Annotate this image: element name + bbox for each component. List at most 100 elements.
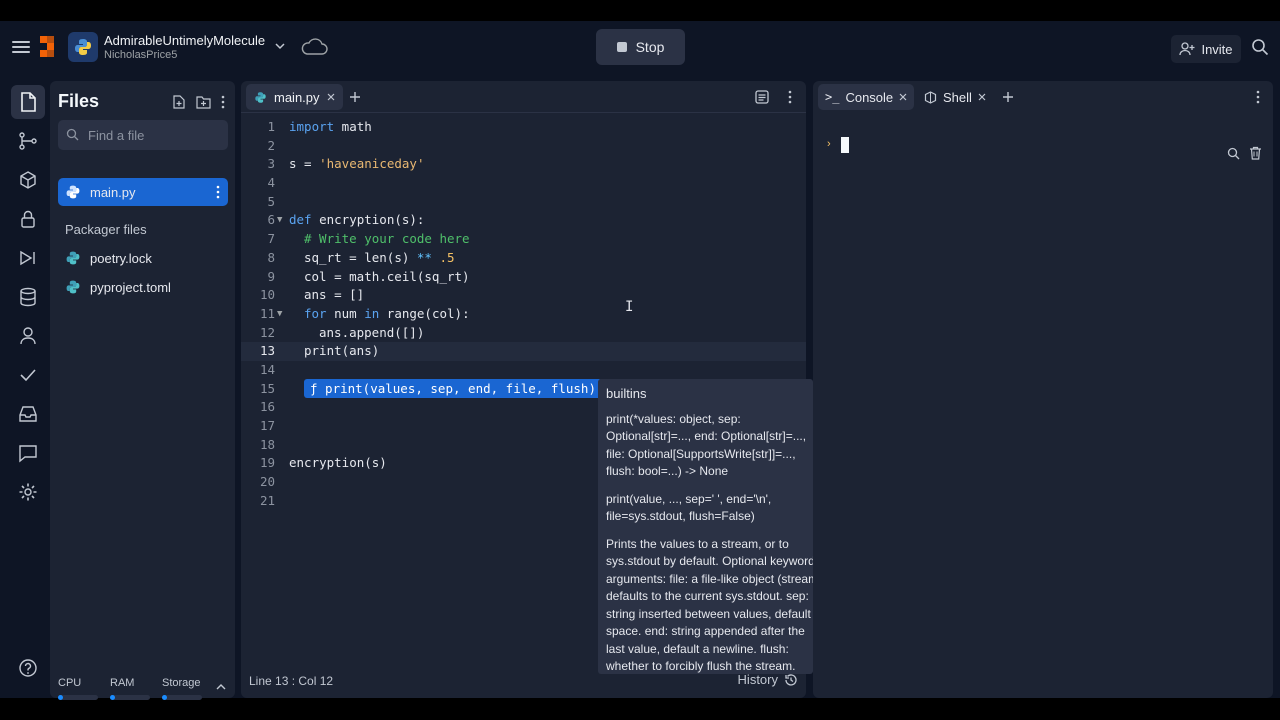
tooltip-description: Prints the values to a stream, or to sys…	[606, 536, 813, 674]
console-prompt: ›	[827, 138, 831, 150]
new-folder-icon[interactable]	[196, 95, 211, 109]
code-line: 7 # Write your code here	[241, 230, 806, 249]
resource-usage[interactable]: CPU RAM Storage	[50, 677, 235, 707]
line-number: 1	[267, 119, 275, 134]
python-file-icon	[66, 251, 80, 265]
close-icon[interactable]	[899, 93, 907, 101]
tooltip-signature-typed: print(*values: object, sep: Optional[str…	[606, 411, 807, 479]
line-number: 17	[259, 418, 275, 433]
chevron-down-icon[interactable]	[274, 40, 286, 55]
close-icon[interactable]	[978, 93, 986, 101]
code-token: .5	[431, 249, 455, 265]
line-number: 7	[267, 231, 275, 247]
file-item-poetry-lock[interactable]: poetry.lock	[58, 244, 228, 272]
checkmark-icon[interactable]	[11, 358, 45, 392]
repl-owner[interactable]: NicholasPrice5	[104, 49, 177, 61]
files-panel: Files main.py Packager files poetry.lock…	[50, 81, 235, 700]
more-options-icon[interactable]	[221, 95, 225, 109]
code-token: import	[289, 119, 335, 134]
settings-gear-icon[interactable]	[11, 475, 45, 509]
code-line: 9 col = math.ceil(sq_rt)	[241, 268, 806, 287]
stop-button[interactable]: Stop	[596, 29, 685, 65]
invite-button[interactable]: Invite	[1171, 35, 1241, 63]
console-pane: >_ Console Shell ›	[813, 81, 1273, 698]
add-tab-icon[interactable]	[1002, 91, 1014, 103]
history-button[interactable]: History	[738, 672, 798, 687]
line-number: 19	[259, 455, 275, 471]
more-options-icon[interactable]	[788, 90, 792, 104]
code-token: def	[289, 212, 312, 228]
ram-meter	[110, 695, 150, 700]
code-token: for	[304, 305, 327, 321]
python-file-icon	[66, 185, 80, 199]
code-line: 3 s = 'haveaniceday'	[241, 155, 806, 174]
code-comment: # Write your code here	[304, 231, 470, 247]
add-user-icon	[1179, 42, 1195, 56]
cursor-position: Line 13 : Col 12	[249, 674, 334, 688]
hamburger-menu-icon[interactable]	[12, 38, 30, 56]
editor-tab-bar: main.py	[241, 81, 806, 113]
format-layout-icon[interactable]	[755, 90, 769, 104]
code-line-current: 13 print(ans)	[241, 342, 806, 361]
files-tool-icon[interactable]	[11, 85, 45, 119]
storage-meter	[162, 695, 202, 700]
add-tab-icon[interactable]	[349, 91, 361, 103]
code-token: ans.append([])	[319, 324, 425, 340]
help-icon[interactable]	[11, 651, 45, 685]
code-token: (s)	[386, 249, 417, 265]
line-number: 20	[259, 474, 275, 490]
file-options-icon[interactable]	[216, 185, 220, 199]
fold-arrow-icon[interactable]: ▼	[277, 211, 282, 230]
stop-icon	[616, 42, 627, 52]
tab-shell[interactable]: Shell	[917, 84, 993, 110]
signature-help-popup[interactable]: ƒ print(values, sep, end, file, flush)	[304, 379, 602, 398]
packages-cube-icon[interactable]	[11, 163, 45, 197]
line-number: 16	[259, 399, 275, 415]
files-panel-title: Files	[58, 91, 100, 111]
python-language-icon	[68, 32, 98, 62]
files-panel-actions	[172, 95, 225, 109]
code-line: 4	[241, 174, 806, 193]
repl-name[interactable]: AdmirableUntimelyMolecule	[104, 33, 265, 48]
code-token: encryption(s):	[311, 212, 425, 228]
code-token: s =	[289, 156, 320, 172]
fold-arrow-icon[interactable]: ▼	[277, 305, 282, 324]
clear-console-trash-icon[interactable]	[1249, 146, 1262, 160]
file-item-main-py[interactable]: main.py	[58, 178, 228, 206]
tab-main-py[interactable]: main.py	[246, 84, 343, 110]
file-item-pyproject-toml[interactable]: pyproject.toml	[58, 273, 228, 301]
chat-icon[interactable]	[11, 436, 45, 470]
tab-console[interactable]: >_ Console	[818, 84, 915, 110]
git-icon[interactable]	[11, 124, 45, 158]
line-number: 10	[259, 287, 275, 303]
workspace: AdmirableUntimelyMolecule NicholasPrice5…	[0, 21, 1280, 700]
debugger-play-icon[interactable]	[11, 241, 45, 275]
new-file-icon[interactable]	[172, 95, 186, 109]
code-line: 5	[241, 193, 806, 212]
code-token: col = math.ceil(sq_rt)	[304, 268, 470, 284]
line-number: 12	[259, 324, 275, 340]
find-file-input[interactable]	[58, 120, 228, 150]
search-icon[interactable]	[1227, 147, 1240, 160]
line-number: 9	[267, 268, 275, 284]
replit-logo-icon[interactable]	[40, 36, 60, 58]
letterbox-top	[0, 0, 1280, 21]
cloud-icon[interactable]	[300, 38, 328, 59]
shell-icon	[924, 90, 937, 104]
code-token: 'haveaniceday'	[319, 156, 425, 172]
console-input-cursor[interactable]	[841, 137, 849, 153]
user-auth-icon[interactable]	[11, 319, 45, 353]
secrets-lock-icon[interactable]	[11, 202, 45, 236]
line-number: 3	[267, 156, 275, 172]
history-label: History	[737, 672, 778, 687]
line-number: 21	[259, 492, 275, 508]
python-file-icon	[66, 280, 80, 294]
chevron-up-icon[interactable]	[216, 683, 226, 691]
close-icon[interactable]	[327, 93, 335, 101]
code-token: encryption(s)	[289, 455, 387, 471]
database-icon[interactable]	[11, 280, 45, 314]
line-number: 13	[259, 343, 275, 359]
search-icon[interactable]	[1251, 38, 1269, 59]
inbox-icon[interactable]	[11, 397, 45, 431]
more-options-icon[interactable]	[1256, 90, 1260, 104]
